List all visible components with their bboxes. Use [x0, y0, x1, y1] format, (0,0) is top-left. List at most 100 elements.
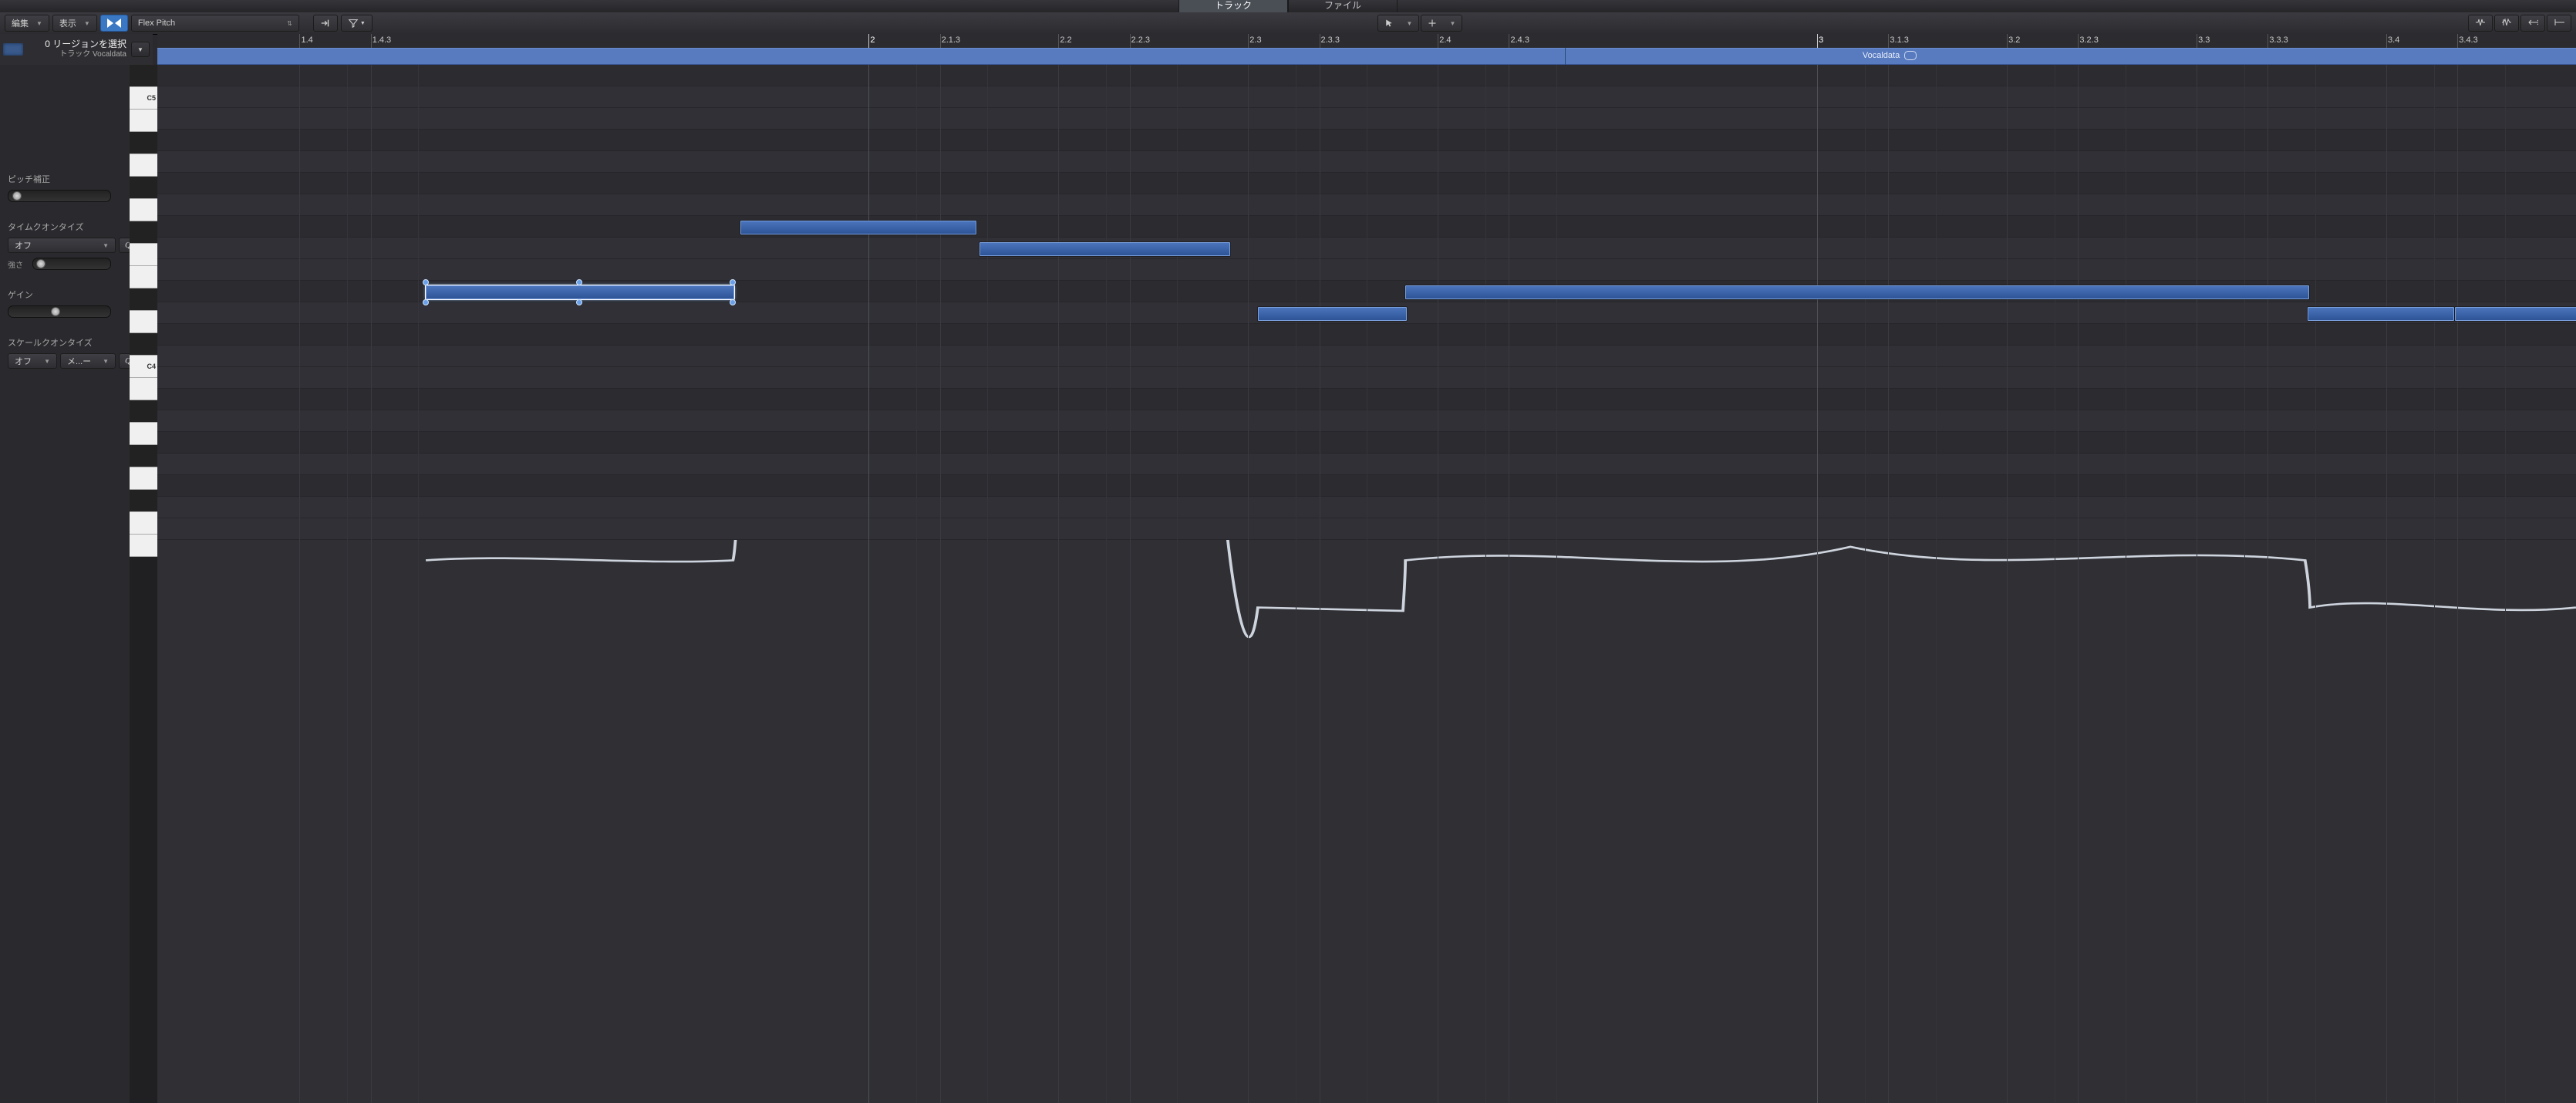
scale-root-select[interactable]: オフ ▼: [8, 353, 57, 369]
piano-ruler[interactable]: C5 C4: [130, 65, 157, 1103]
black-key[interactable]: [130, 132, 157, 154]
region-header: 0 リージョンを選択 トラック Vocaldata ▼: [0, 34, 153, 66]
ruler-label: 3.2.3: [2079, 35, 2098, 45]
region-thumbnail: [3, 43, 23, 56]
black-key[interactable]: [130, 445, 157, 467]
chevron-down-icon: ▼: [360, 21, 366, 26]
strength-slider[interactable]: [32, 258, 111, 270]
strength-label: 強さ: [8, 258, 23, 270]
white-key[interactable]: [130, 535, 157, 557]
note-handle[interactable]: [730, 279, 736, 285]
edit-menu[interactable]: 編集▼: [5, 15, 49, 32]
note-handle[interactable]: [423, 279, 429, 285]
note-handle[interactable]: [576, 299, 582, 305]
pitch-note[interactable]: [426, 285, 734, 299]
region-strip[interactable]: Vocaldata: [157, 48, 2576, 66]
black-key[interactable]: [130, 221, 157, 244]
view-menu[interactable]: 表示▼: [52, 15, 97, 32]
pitch-note[interactable]: [1405, 285, 2309, 299]
region-title-text: Vocaldata: [1863, 51, 1900, 60]
chevron-down-icon: ▼: [103, 242, 109, 249]
pitch-note[interactable]: [1258, 307, 1407, 321]
time-quantize-label: タイムクオンタイズ: [8, 221, 137, 233]
black-key[interactable]: [130, 490, 157, 512]
ruler-label: 3: [1819, 35, 1823, 45]
arrow-in-icon: [320, 18, 331, 29]
top-tabs: トラック ファイル: [0, 0, 2576, 13]
ruler-label: 3.3.3: [2269, 35, 2288, 45]
white-key[interactable]: [130, 110, 157, 132]
pitch-correction-slider[interactable]: [8, 190, 111, 202]
time-quantize-value: オフ: [15, 239, 32, 251]
catch-playhead-button[interactable]: [313, 15, 338, 32]
pitch-note[interactable]: [2308, 307, 2454, 321]
white-key[interactable]: [130, 154, 157, 177]
pointer-tool[interactable]: ▼: [1377, 15, 1419, 32]
ruler-label: 2.1.3: [942, 35, 960, 45]
snap-setting-1[interactable]: [2468, 15, 2493, 32]
white-key[interactable]: [130, 423, 157, 445]
range-icon: [2554, 18, 2564, 29]
slider-knob[interactable]: [36, 259, 46, 268]
white-key[interactable]: C4: [130, 356, 157, 378]
pitch-note[interactable]: [2455, 307, 2576, 321]
ruler-label: 1.4: [301, 35, 312, 45]
black-key[interactable]: [130, 333, 157, 356]
white-key[interactable]: C5: [130, 87, 157, 110]
editor-toolbar: 編集▼ 表示▼ Flex Pitch ⇅ ▼ ▼ ▼: [0, 12, 2576, 35]
time-quantize-select[interactable]: オフ ▼: [8, 238, 116, 253]
snap-setting-2[interactable]: [2494, 15, 2519, 32]
white-key[interactable]: [130, 266, 157, 288]
white-key[interactable]: [130, 378, 157, 400]
note-handle[interactable]: [730, 299, 736, 305]
tab-track[interactable]: トラック: [1178, 0, 1288, 12]
white-key[interactable]: [130, 512, 157, 535]
ruler-label: 1.4.3: [373, 35, 391, 45]
ruler-label: 2.2.3: [1131, 35, 1150, 45]
white-key[interactable]: [130, 311, 157, 333]
flex-mode-select[interactable]: Flex Pitch ⇅: [131, 15, 299, 32]
black-key[interactable]: [130, 65, 157, 87]
black-key[interactable]: [130, 288, 157, 311]
tab-file[interactable]: ファイル: [1288, 0, 1398, 12]
flex-mode-label: Flex Pitch: [138, 19, 175, 28]
alt-tool[interactable]: ▼: [1421, 15, 1462, 32]
scale-root-value: オフ: [15, 355, 32, 367]
slider-knob[interactable]: [12, 191, 22, 201]
gain-slider[interactable]: [8, 305, 111, 318]
wave-snap-icon: [2475, 18, 2486, 29]
ruler-label: 2.2: [1060, 35, 1071, 45]
chevron-down-icon: ▼: [1449, 20, 1455, 27]
black-key[interactable]: [130, 177, 157, 199]
scale-type-select[interactable]: メ...ー ▼: [60, 353, 116, 369]
region-title: Vocaldata: [1863, 51, 1917, 60]
note-handle[interactable]: [423, 299, 429, 305]
slider-knob[interactable]: [51, 307, 60, 316]
ruler-label: 3.3: [2198, 35, 2210, 45]
chevron-down-icon: ▼: [36, 20, 42, 27]
ruler-label: 2.3.3: [1321, 35, 1340, 45]
time-ruler[interactable]: 1.41.4.322.1.32.22.2.32.32.3.32.42.4.333…: [157, 34, 2576, 49]
gain-label: ゲイン: [8, 288, 137, 301]
pitch-correction-label: ピッチ補正: [8, 173, 137, 185]
snap-setting-4[interactable]: [2547, 15, 2571, 32]
region-boundary: [1565, 48, 1566, 65]
pitch-grid[interactable]: [157, 65, 2576, 1103]
black-key[interactable]: [130, 400, 157, 423]
crosshair-icon: [1428, 19, 1437, 28]
pointer-icon: [1384, 19, 1394, 28]
note-handle[interactable]: [576, 279, 582, 285]
region-disclosure-button[interactable]: ▼: [131, 42, 150, 57]
snap-setting-3[interactable]: [2520, 15, 2545, 32]
region-track-name: トラック Vocaldata: [28, 49, 126, 59]
pitch-note[interactable]: [979, 242, 1230, 256]
white-key[interactable]: [130, 199, 157, 221]
ruler-label: 3.4: [2388, 35, 2399, 45]
white-key[interactable]: [130, 467, 157, 490]
flex-toggle-button[interactable]: [100, 15, 128, 32]
white-key[interactable]: [130, 244, 157, 266]
pitch-note[interactable]: [740, 221, 976, 234]
filter-button[interactable]: ▼: [341, 15, 373, 32]
scale-quantize-label: スケールクオンタイズ: [8, 336, 137, 349]
ruler-label: 3.2: [2008, 35, 2020, 45]
